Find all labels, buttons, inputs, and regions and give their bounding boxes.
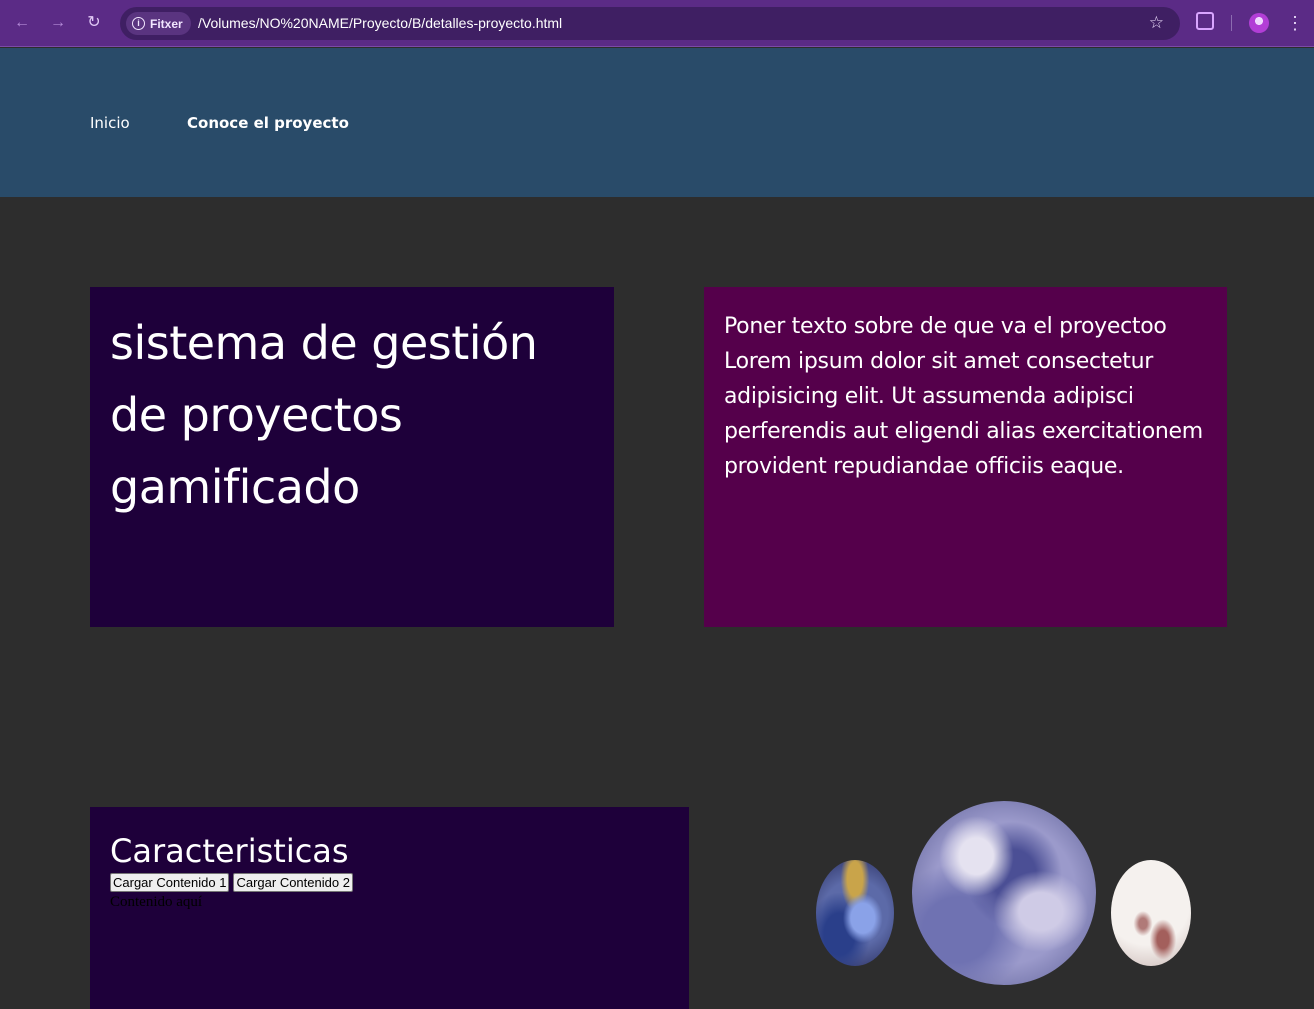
features-card: Caracteristicas Cargar Contenido 1 Carga…	[90, 807, 689, 1009]
project-title-card: sistema de gestión de proyectos gamifica…	[90, 287, 614, 627]
load-content-2-button[interactable]: Cargar Contenido 2	[233, 873, 353, 892]
features-heading: Caracteristicas	[110, 832, 349, 870]
address-bar[interactable]: i Fitxer /Volumes/NO%20NAME/Proyecto/B/d…	[120, 7, 1180, 40]
browser-toolbar: ← → ↻ i Fitxer /Volumes/NO%20NAME/Proyec…	[0, 0, 1314, 47]
nav-link-conoce-proyecto[interactable]: Conoce el proyecto	[187, 114, 349, 132]
back-arrow-icon[interactable]: ←	[11, 12, 33, 34]
content-placeholder: Contenido aquí	[110, 894, 203, 910]
info-icon: i	[132, 17, 145, 30]
small-blue-planet-image	[816, 860, 894, 966]
url-text[interactable]: /Volumes/NO%20NAME/Proyecto/B/detalles-p…	[198, 15, 562, 31]
large-marbled-planet-image	[912, 801, 1096, 985]
site-header: Inicio Conoce el proyecto	[0, 48, 1314, 197]
kebab-menu-icon[interactable]: ⋮	[1286, 11, 1304, 35]
site-chip-label: Fitxer	[150, 16, 183, 31]
reload-icon[interactable]: ↻	[83, 12, 105, 34]
site-info-chip[interactable]: i Fitxer	[126, 12, 191, 35]
project-description-card: Poner texto sobre de que va el proyectoo…	[704, 287, 1227, 627]
project-description: Poner texto sobre de que va el proyectoo…	[724, 314, 1203, 479]
profile-avatar[interactable]	[1249, 13, 1269, 33]
load-content-1-button[interactable]: Cargar Contenido 1	[110, 873, 230, 892]
toolbar-divider	[1231, 15, 1232, 31]
features-buttons: Cargar Contenido 1 Cargar Contenido 2	[110, 873, 669, 892]
nav-link-inicio[interactable]: Inicio	[90, 114, 130, 132]
project-title: sistema de gestión de proyectos gamifica…	[110, 316, 538, 514]
extensions-icon[interactable]	[1196, 12, 1214, 30]
white-speckled-planet-image	[1111, 860, 1191, 966]
bookmark-star-icon[interactable]: ☆	[1149, 13, 1164, 33]
forward-arrow-icon[interactable]: →	[47, 12, 69, 34]
